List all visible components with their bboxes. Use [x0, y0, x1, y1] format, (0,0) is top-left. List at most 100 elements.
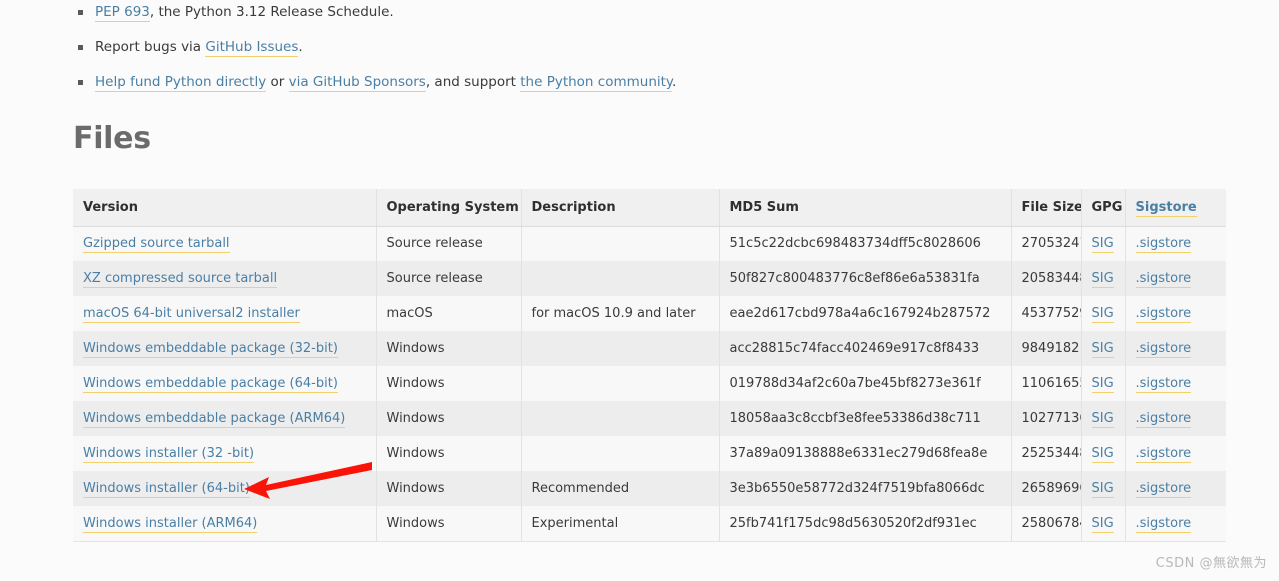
list-item: PEP 693, the Python 3.12 Release Schedul… [73, 3, 1193, 22]
sigstore-link[interactable]: .sigstore [1135, 446, 1192, 463]
cell-version[interactable]: XZ compressed source tarball [73, 261, 377, 296]
note-link[interactable]: PEP 693 [95, 4, 150, 22]
download-link[interactable]: Windows embeddable package (64-bit) [83, 376, 338, 393]
sigstore-link[interactable]: .sigstore [1135, 376, 1192, 393]
sigstore-link[interactable]: .sigstore [1135, 271, 1192, 288]
cell-desc [521, 261, 720, 296]
list-item: Help fund Python directly or via GitHub … [73, 73, 1193, 92]
column-header-version: Version [73, 189, 377, 227]
cell-md5: acc28815c74facc402469e917c8f8433 [719, 331, 1012, 366]
cell-size: 27053241 [1011, 226, 1082, 261]
gpg-signature-link[interactable]: SIG [1091, 271, 1114, 288]
sigstore-link[interactable]: .sigstore [1135, 515, 1192, 533]
sigstore-link[interactable]: .sigstore [1135, 411, 1192, 428]
gpg-signature-link[interactable]: SIG [1091, 341, 1114, 358]
sigstore-link[interactable]: .sigstore [1135, 306, 1192, 323]
cell-os: Windows [376, 366, 522, 401]
column-header-size: File Size [1011, 189, 1082, 227]
cell-md5: 51c5c22dcbc698483734dff5c8028606 [719, 226, 1012, 261]
table-row: Windows installer (64-bit) Windows Recomme… [73, 471, 1226, 506]
cell-sig[interactable]: .sigstore [1125, 296, 1226, 331]
gpg-signature-link[interactable]: SIG [1091, 446, 1114, 463]
cell-gpg[interactable]: SIG [1081, 471, 1126, 506]
cell-md5: 019788d34af2c60a7be45bf8273e361f [719, 366, 1012, 401]
note-link[interactable]: via GitHub Sponsors [288, 74, 426, 92]
gpg-signature-link[interactable]: SIG [1091, 236, 1114, 254]
cell-sig[interactable]: .sigstore [1125, 261, 1226, 296]
cell-version[interactable]: Windows installer (64-bit) [73, 471, 377, 506]
cell-version[interactable]: Windows embeddable package (ARM64) [73, 401, 377, 436]
cell-version[interactable]: macOS 64-bit universal2 installer [73, 296, 377, 331]
cell-gpg[interactable]: SIG [1081, 226, 1126, 261]
cell-gpg[interactable]: SIG [1081, 296, 1126, 331]
table-row: XZ compressed source tarball Source relea… [73, 261, 1226, 296]
download-link[interactable]: macOS 64-bit universal2 installer [83, 306, 300, 323]
note-text: , the Python 3.12 Release Schedule. [149, 4, 394, 20]
download-link[interactable]: Windows installer (64-bit) [83, 481, 250, 498]
gpg-signature-link[interactable]: SIG [1091, 515, 1114, 533]
cell-md5: 18058aa3c8ccbf3e8fee53386d38c711 [719, 401, 1012, 436]
cell-desc [521, 331, 720, 366]
download-link[interactable]: Windows embeddable package (ARM64) [83, 411, 346, 428]
sigstore-link[interactable]: .sigstore [1135, 341, 1192, 358]
cell-version[interactable]: Windows embeddable package (32-bit) [73, 331, 377, 366]
cell-version[interactable]: Windows embeddable package (64-bit) [73, 366, 377, 401]
download-link[interactable]: Windows embeddable package (32-bit) [83, 341, 338, 358]
cell-md5: 25fb741f175dc98d5630520f2df931ec [719, 506, 1012, 542]
gpg-signature-link[interactable]: SIG [1091, 411, 1114, 428]
cell-sig[interactable]: .sigstore [1125, 506, 1226, 542]
table-row: Windows installer (ARM64) Windows Experime… [73, 506, 1226, 542]
table-row: Gzipped source tarball Source release 51c5… [73, 226, 1226, 261]
gpg-signature-link[interactable]: SIG [1091, 376, 1114, 393]
sigstore-link[interactable]: .sigstore [1135, 236, 1192, 254]
note-link[interactable]: the Python community [520, 74, 672, 92]
cell-sig[interactable]: .sigstore [1125, 471, 1226, 506]
cell-version[interactable]: Windows installer (32 -bit) [73, 436, 377, 471]
cell-os: Windows [376, 331, 522, 366]
cell-gpg[interactable]: SIG [1081, 401, 1126, 436]
download-link[interactable]: XZ compressed source tarball [83, 271, 278, 288]
cell-os: macOS [376, 296, 522, 331]
cell-os: Source release [376, 226, 522, 261]
column-header-md5: MD5 Sum [719, 189, 1012, 227]
gpg-signature-link[interactable]: SIG [1091, 306, 1114, 323]
list-item: Report bugs via GitHub Issues. [73, 38, 1193, 57]
cell-desc [521, 226, 720, 261]
note-text: or [266, 74, 289, 90]
cell-desc [521, 436, 720, 471]
note-link[interactable]: Help fund Python directly [95, 74, 267, 92]
cell-gpg[interactable]: SIG [1081, 366, 1126, 401]
download-link[interactable]: Windows installer (ARM64) [83, 515, 258, 533]
gpg-signature-link[interactable]: SIG [1091, 481, 1114, 498]
cell-sig[interactable]: .sigstore [1125, 331, 1226, 366]
cell-gpg[interactable]: SIG [1081, 331, 1126, 366]
table-header-row: Version Operating System Description MD5 Su… [73, 189, 1226, 227]
cell-gpg[interactable]: SIG [1081, 261, 1126, 296]
table-row: Windows embeddable package (64-bit) Windo… [73, 366, 1226, 401]
column-header-link-sig[interactable]: Sigstore [1135, 199, 1197, 217]
column-header-gpg: GPG [1081, 189, 1126, 227]
note-link[interactable]: GitHub Issues [205, 39, 299, 57]
note-text: . [298, 39, 303, 55]
cell-md5: 3e3b6550e58772d324f7519bfa8066dc [719, 471, 1012, 506]
cell-md5: 50f827c800483776c8ef86e6a53831fa [719, 261, 1012, 296]
cell-size: 20583448 [1011, 261, 1082, 296]
cell-sig[interactable]: .sigstore [1125, 226, 1226, 261]
cell-version[interactable]: Windows installer (ARM64) [73, 506, 377, 542]
table-row: Windows installer (32 -bit) Windows 37a89a… [73, 436, 1226, 471]
download-link[interactable]: Windows installer (32 -bit) [83, 446, 255, 463]
cell-gpg[interactable]: SIG [1081, 506, 1126, 542]
cell-os: Windows [376, 436, 522, 471]
cell-size: 26589696 [1011, 471, 1082, 506]
cell-gpg[interactable]: SIG [1081, 436, 1126, 471]
sigstore-link[interactable]: .sigstore [1135, 481, 1192, 498]
cell-sig[interactable]: .sigstore [1125, 366, 1226, 401]
cell-sig[interactable]: .sigstore [1125, 436, 1226, 471]
cell-version[interactable]: Gzipped source tarball [73, 226, 377, 261]
column-header-sig[interactable]: Sigstore [1125, 189, 1226, 227]
download-link[interactable]: Gzipped source tarball [83, 236, 230, 254]
cell-sig[interactable]: .sigstore [1125, 401, 1226, 436]
table-row: macOS 64-bit universal2 installer macOS fo… [73, 296, 1226, 331]
release-notes-list: PEP 693, the Python 3.12 Release Schedul… [73, 0, 1193, 108]
files-table-body: Gzipped source tarball Source release 51c5… [73, 226, 1226, 542]
